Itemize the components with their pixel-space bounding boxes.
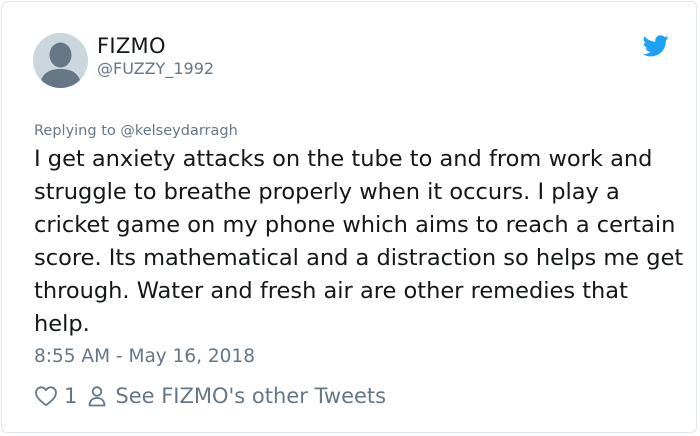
twitter-bird-icon[interactable] bbox=[643, 35, 669, 57]
tweet-actions: 1 See FIZMO's other Tweets bbox=[34, 382, 386, 410]
person-icon bbox=[88, 386, 106, 407]
replying-to[interactable]: Replying to @kelseydarragh bbox=[34, 121, 238, 141]
timestamp[interactable]: 8:55 AM - May 16, 2018 bbox=[34, 345, 255, 369]
avatar[interactable] bbox=[33, 33, 88, 88]
default-profile-avatar-icon bbox=[33, 33, 88, 88]
tweet-text: I get anxiety attacks on the tube to and… bbox=[34, 146, 684, 337]
like-count[interactable]: 1 bbox=[64, 384, 77, 408]
display-name[interactable]: FIZMO bbox=[97, 33, 166, 59]
see-other-tweets-link[interactable]: See FIZMO's other Tweets bbox=[115, 384, 386, 408]
heart-icon[interactable] bbox=[34, 385, 58, 407]
user-handle[interactable]: @FUZZY_1992 bbox=[97, 59, 214, 79]
tweet-card: FIZMO @FUZZY_1992 Replying to @kelseydar… bbox=[1, 1, 697, 433]
